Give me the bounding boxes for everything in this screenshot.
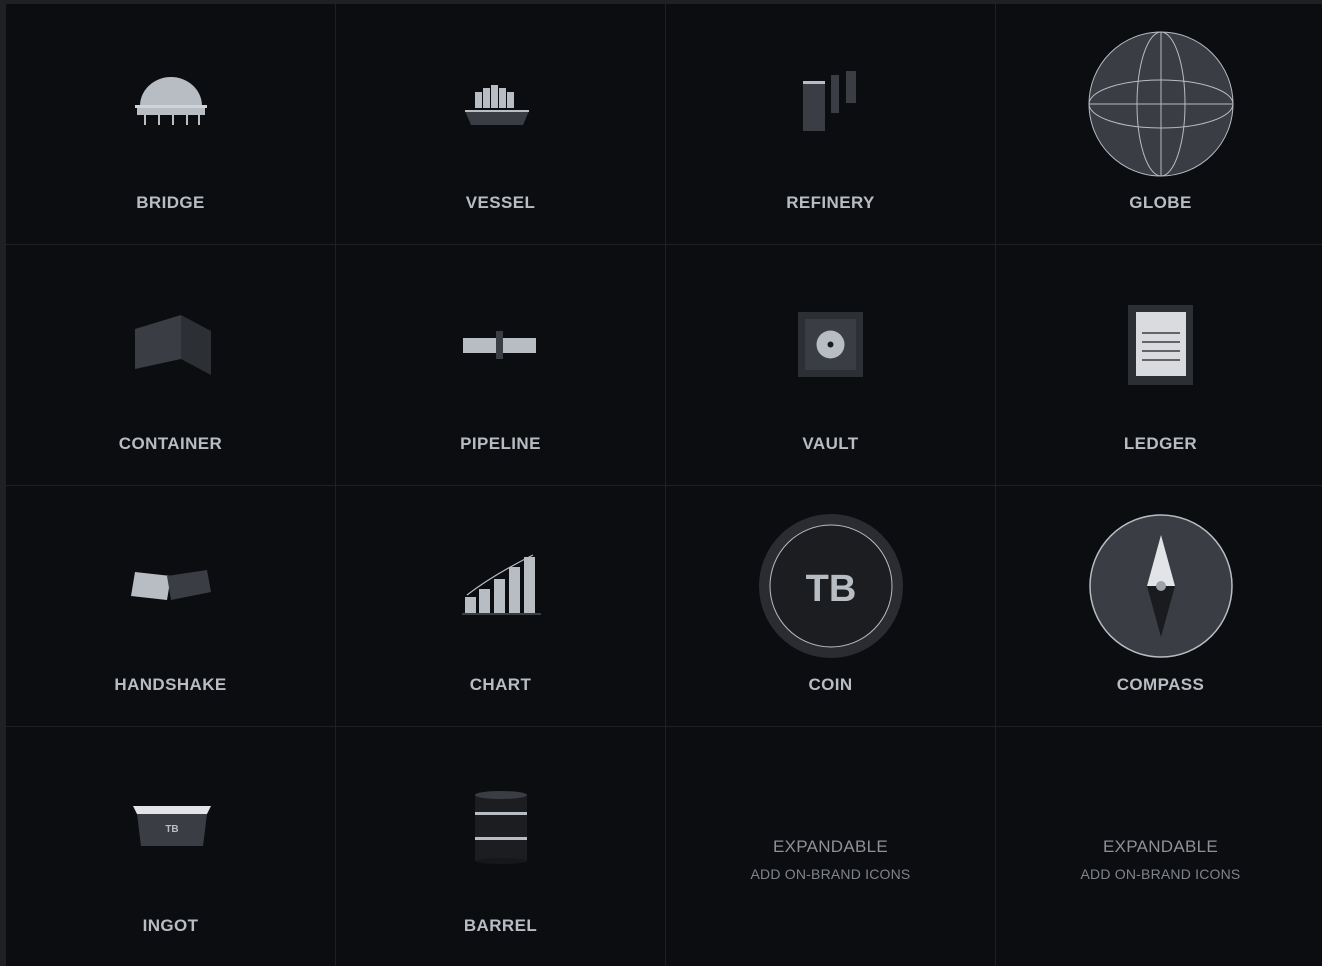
- container-label: CONTAINER: [118, 434, 223, 453]
- icon-tile-handshake[interactable]: HANDSHAKE: [6, 486, 335, 726]
- icon-tile-barrel[interactable]: BARREL: [336, 727, 665, 966]
- ingot-label: INGOT: [142, 916, 199, 935]
- bridge-icon: [134, 77, 207, 125]
- compass-icon: [1088, 514, 1233, 658]
- ingot-icon: TB: [132, 806, 211, 846]
- icon-tile-globe[interactable]: GLOBE: [996, 4, 1322, 244]
- icon-grid: BRIDGE VESSEL REFINERY GLOBE CONTAINER P…: [6, 4, 1322, 966]
- chart-label: CHART: [469, 675, 532, 694]
- container-icon: [134, 315, 211, 375]
- icon-tile-coin[interactable]: TB COIN: [666, 486, 995, 726]
- refinery-label: REFINERY: [786, 193, 875, 212]
- pipeline-icon: [462, 331, 536, 359]
- pipeline-label: PIPELINE: [460, 434, 541, 453]
- placeholder-tile: EXPANDABLE ADD ON-BRAND ICONS: [996, 727, 1322, 966]
- vault-label: VAULT: [802, 434, 859, 453]
- compass-label: COMPASS: [1116, 675, 1205, 694]
- coin-icon: TB: [758, 514, 903, 658]
- ingot-stamp: TB: [165, 824, 178, 835]
- vessel-icon: [464, 85, 529, 125]
- icon-tile-chart[interactable]: CHART: [336, 486, 665, 726]
- ledger-label: LEDGER: [1123, 434, 1198, 453]
- icon-tile-bridge[interactable]: BRIDGE: [6, 4, 335, 244]
- globe-label: GLOBE: [1129, 193, 1192, 212]
- vessel-label: VESSEL: [465, 193, 536, 212]
- icon-tile-container[interactable]: CONTAINER: [6, 245, 335, 485]
- icon-tile-compass[interactable]: COMPASS: [996, 486, 1322, 726]
- icon-tile-vault[interactable]: VAULT: [666, 245, 995, 485]
- handshake-label: HANDSHAKE: [114, 675, 227, 694]
- icon-tile-ingot[interactable]: TB INGOT: [6, 727, 335, 966]
- globe-icon: [1088, 31, 1233, 177]
- coin-monogram: TB: [805, 568, 856, 610]
- icon-tile-ledger[interactable]: LEDGER: [996, 245, 1322, 485]
- handshake-icon: [130, 570, 211, 600]
- chart-icon: [461, 554, 541, 615]
- icon-tile-vessel[interactable]: VESSEL: [336, 4, 665, 244]
- icon-tile-refinery[interactable]: REFINERY: [666, 4, 995, 244]
- placeholder-subtitle: ADD ON-BRAND ICONS: [750, 866, 911, 882]
- placeholder-tile: EXPANDABLE ADD ON-BRAND ICONS: [666, 727, 995, 966]
- bridge-label: BRIDGE: [136, 193, 205, 212]
- barrel-icon: [474, 791, 527, 864]
- ledger-icon: [1127, 305, 1193, 385]
- vault-icon: [797, 312, 863, 377]
- coin-label: COIN: [808, 675, 853, 694]
- placeholder-title: EXPANDABLE: [1102, 837, 1219, 856]
- placeholder-title: EXPANDABLE: [772, 837, 889, 856]
- barrel-label: BARREL: [463, 916, 538, 935]
- icon-tile-pipeline[interactable]: PIPELINE: [336, 245, 665, 485]
- placeholder-subtitle: ADD ON-BRAND ICONS: [1080, 866, 1241, 882]
- refinery-icon: [802, 71, 856, 131]
